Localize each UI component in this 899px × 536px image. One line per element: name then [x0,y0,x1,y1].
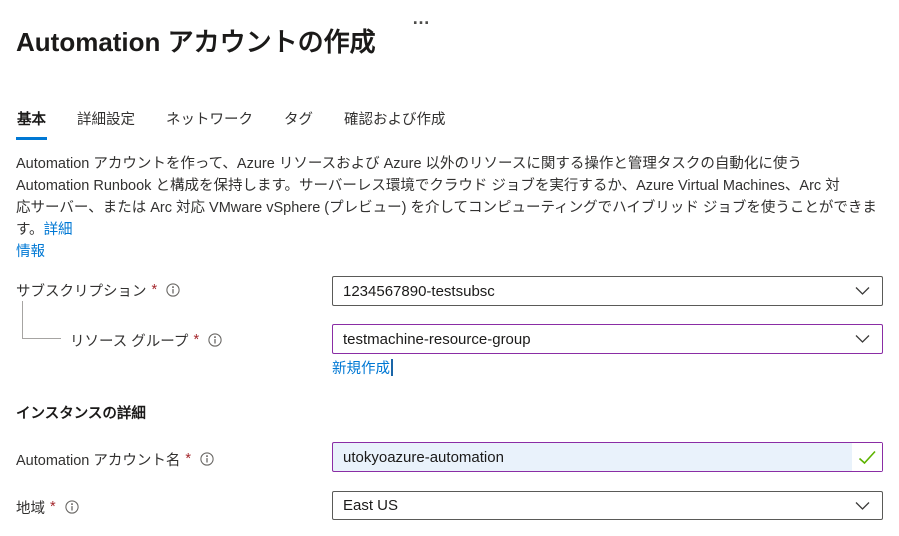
tree-connector-horizontal [22,338,61,339]
create-new-row: 新規作成 [332,357,393,378]
resource-group-dropdown[interactable]: testmachine-resource-group [332,324,883,354]
instance-details-heading: インスタンスの詳細 [16,402,146,423]
resource-group-label: リソース グループ * [70,330,222,350]
description-line: 応サーバー、または Arc 対応 VMware vSphere (プレビュー) … [16,197,884,241]
info-icon[interactable] [200,452,214,466]
subscription-value: 1234567890-testsubsc [333,283,855,300]
required-asterisk: * [193,332,199,348]
resource-group-value: testmachine-resource-group [333,331,855,348]
required-asterisk: * [152,282,158,298]
text-caret [391,359,393,376]
create-new-link[interactable]: 新規作成 [332,357,390,378]
learn-more-link[interactable]: 情報 [16,244,45,260]
learn-more-link[interactable]: 詳細 [44,222,73,238]
subscription-dropdown[interactable]: 1234567890-testsubsc [332,276,883,306]
tab-advanced[interactable]: 詳細設定 [76,106,136,140]
tree-connector-vertical [22,301,23,339]
chevron-down-icon [855,501,882,511]
validation-check-icon [852,443,882,471]
tab-networking[interactable]: ネットワーク [165,106,254,140]
tab-review-create[interactable]: 確認および作成 [343,106,447,140]
chevron-down-icon [855,286,882,296]
page-title: Automation アカウントの作成 [16,22,376,59]
info-icon[interactable] [166,283,180,297]
account-name-field [332,442,883,472]
description-line: 情報 [16,241,884,263]
tab-tags[interactable]: タグ [283,106,314,140]
required-asterisk: * [185,451,191,467]
blade-description: Automation アカウントを作って、Azure リソースおよび Azure… [16,153,884,263]
context-menu-ellipsis-icon[interactable]: … [412,8,433,29]
account-name-input[interactable] [333,443,852,471]
wizard-tabs: 基本 詳細設定 ネットワーク タグ 確認および作成 [16,106,476,140]
required-asterisk: * [50,499,56,515]
info-icon[interactable] [65,500,79,514]
region-value: East US [333,497,855,514]
region-label: 地域 * [16,497,79,517]
create-automation-account-page: Automation アカウントの作成 … 基本 詳細設定 ネットワーク タグ … [0,0,899,536]
region-dropdown[interactable]: East US [332,491,883,520]
subscription-label: サブスクリプション * [16,280,180,300]
description-line: Automation Runbook と構成を保持します。サーバーレス環境でクラ… [16,175,884,197]
chevron-down-icon [855,334,882,344]
info-icon[interactable] [208,333,222,347]
tab-basics[interactable]: 基本 [16,106,47,140]
account-name-label: Automation アカウント名 * [16,449,214,469]
description-line: Automation アカウントを作って、Azure リソースおよび Azure… [16,153,884,175]
